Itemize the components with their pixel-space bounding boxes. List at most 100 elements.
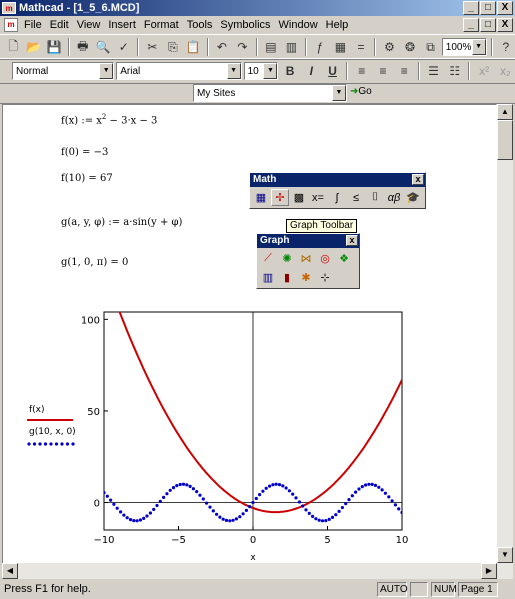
- xy-plot[interactable]: −10 −5 0 5 10 100 50 0 x f(x) g(10, x, 0): [21, 310, 421, 570]
- scroll-up-icon[interactable]: ▲: [497, 104, 513, 120]
- insert-unit-icon[interactable]: ▦: [331, 37, 350, 57]
- math-palette-close-icon[interactable]: x: [412, 174, 424, 185]
- spell-check-icon[interactable]: ✓: [115, 37, 134, 57]
- legend-point-g: [38, 442, 42, 446]
- xy-plot-icon[interactable]: ⟋: [259, 250, 277, 267]
- series-g-point: [178, 482, 182, 487]
- vertical-scrollbar[interactable]: ▲ ▼: [497, 104, 513, 579]
- font-size-select[interactable]: 10 ▼: [243, 62, 279, 80]
- document-icon[interactable]: m: [4, 18, 18, 32]
- style-select[interactable]: Normal ▼: [12, 62, 115, 80]
- calculate-icon[interactable]: =: [352, 37, 371, 57]
- horizontal-scrollbar[interactable]: ◀ ▶: [2, 563, 497, 579]
- graph-palette-close-icon[interactable]: x: [346, 235, 358, 246]
- bar-3d-icon[interactable]: ▥: [259, 269, 277, 286]
- zoom-icon[interactable]: ✱: [297, 269, 315, 286]
- align-right-icon[interactable]: ≡: [395, 61, 414, 81]
- scatter-3d-icon[interactable]: ❖: [335, 250, 353, 267]
- menu-view[interactable]: View: [73, 19, 105, 31]
- status-num: NUM: [431, 582, 457, 597]
- go-button[interactable]: ➜Go: [350, 86, 372, 97]
- symbolic-icon[interactable]: 🎓: [404, 189, 422, 206]
- menu-help[interactable]: Help: [322, 19, 353, 31]
- chevron-down-icon[interactable]: ▼: [263, 63, 278, 79]
- copy-icon[interactable]: ⎘: [164, 37, 183, 57]
- status-message: Press F1 for help.: [4, 583, 91, 595]
- menu-insert[interactable]: Insert: [104, 19, 140, 31]
- subscript-icon[interactable]: x₂: [496, 61, 515, 81]
- open-icon[interactable]: 📂: [25, 37, 44, 57]
- matrix-icon[interactable]: ▩: [290, 189, 308, 206]
- chevron-down-icon[interactable]: ▼: [332, 85, 346, 101]
- calculus-icon[interactable]: ∫: [328, 189, 346, 206]
- zoom-select[interactable]: 100% ▼: [441, 38, 487, 56]
- evaluation-icon[interactable]: x=: [309, 189, 327, 206]
- calculator-icon[interactable]: ▦: [252, 189, 270, 206]
- series-g-point: [175, 484, 179, 488]
- polar-plot-icon[interactable]: ✺: [278, 250, 296, 267]
- vector-field-icon[interactable]: ▮: [278, 269, 296, 286]
- italic-button[interactable]: I: [302, 61, 321, 81]
- graph-icon[interactable]: ✢: [271, 189, 289, 206]
- minimize-button[interactable]: _: [463, 1, 479, 15]
- menu-symbolics[interactable]: Symbolics: [216, 19, 274, 31]
- menu-format[interactable]: Format: [140, 19, 183, 31]
- paste-icon[interactable]: 📋: [184, 37, 203, 57]
- chevron-down-icon[interactable]: ▼: [471, 39, 486, 55]
- menu-tools[interactable]: Tools: [183, 19, 217, 31]
- close-button[interactable]: X: [497, 1, 513, 15]
- undo-icon[interactable]: ↶: [213, 37, 232, 57]
- trace-icon[interactable]: ⊹: [316, 269, 334, 286]
- resource-icon[interactable]: ❂: [401, 37, 420, 57]
- equation-g-definition[interactable]: g(a, y, φ) := a·sin(y + φ): [61, 217, 182, 228]
- maximize-button[interactable]: □: [480, 1, 496, 15]
- greek-icon[interactable]: αβ: [385, 189, 403, 206]
- scroll-thumb[interactable]: [497, 120, 513, 160]
- align-center-icon[interactable]: ≡: [373, 61, 392, 81]
- graph-palette-title[interactable]: Graph x: [257, 234, 359, 248]
- bullets-icon[interactable]: ☰: [424, 61, 443, 81]
- superscript-icon[interactable]: x²: [474, 61, 493, 81]
- contour-plot-icon[interactable]: ◎: [316, 250, 334, 267]
- font-select[interactable]: Arial ▼: [116, 62, 242, 80]
- doc-minimize-button[interactable]: _: [463, 18, 479, 32]
- align-icon[interactable]: ▤: [262, 37, 281, 57]
- hyperlink-icon[interactable]: ⧉: [421, 37, 440, 57]
- underline-button[interactable]: U: [323, 61, 342, 81]
- menu-file[interactable]: File: [20, 19, 46, 31]
- numbering-icon[interactable]: ☷: [445, 61, 464, 81]
- scroll-right-icon[interactable]: ▶: [481, 563, 497, 579]
- surface-plot-icon[interactable]: ⋈: [297, 250, 315, 267]
- insert-function-icon[interactable]: ƒ: [311, 37, 330, 57]
- component-icon[interactable]: ⚙: [380, 37, 399, 57]
- print-icon[interactable]: 🖶: [74, 37, 93, 57]
- url-select[interactable]: My Sites ▼: [193, 84, 347, 102]
- math-palette-title[interactable]: Math x: [250, 173, 425, 187]
- equation-f-of-10[interactable]: f(10) = 67: [61, 173, 113, 184]
- save-icon[interactable]: 💾: [45, 37, 64, 57]
- doc-close-button[interactable]: X: [497, 18, 513, 32]
- equation-g-evaluated[interactable]: g(1, 0, π) = 0: [61, 257, 128, 268]
- chevron-down-icon[interactable]: ▼: [99, 63, 114, 79]
- menu-window[interactable]: Window: [275, 19, 322, 31]
- legend-label-f: f(x): [29, 405, 45, 415]
- redo-icon[interactable]: ↷: [233, 37, 252, 57]
- print-preview-icon[interactable]: 🔍: [94, 37, 113, 57]
- chevron-down-icon[interactable]: ▼: [226, 63, 241, 79]
- doc-restore-button[interactable]: □: [480, 18, 496, 32]
- graph-palette[interactable]: Graph x ⟋ ✺ ⋈ ◎ ❖ ▥ ▮ ✱ ⊹: [256, 233, 360, 289]
- new-icon[interactable]: 🗋: [4, 37, 23, 57]
- scroll-left-icon[interactable]: ◀: [2, 563, 18, 579]
- bold-button[interactable]: B: [280, 61, 299, 81]
- equation-f-definition[interactable]: f(x) := x2 − 3·x − 3: [61, 113, 157, 126]
- align-down-icon[interactable]: ▥: [282, 37, 301, 57]
- math-palette[interactable]: Math x ▦ ✢ ▩ x= ∫ ≤ ⌷ αβ 🎓: [249, 172, 426, 209]
- menu-edit[interactable]: Edit: [46, 19, 73, 31]
- help-icon[interactable]: ?: [497, 37, 515, 57]
- scroll-down-icon[interactable]: ▼: [497, 547, 513, 563]
- equation-f-of-0[interactable]: f(0) = −3: [61, 147, 108, 158]
- boolean-icon[interactable]: ≤: [347, 189, 365, 206]
- cut-icon[interactable]: ✂: [143, 37, 162, 57]
- programming-icon[interactable]: ⌷: [366, 189, 384, 206]
- align-left-icon[interactable]: ≡: [352, 61, 371, 81]
